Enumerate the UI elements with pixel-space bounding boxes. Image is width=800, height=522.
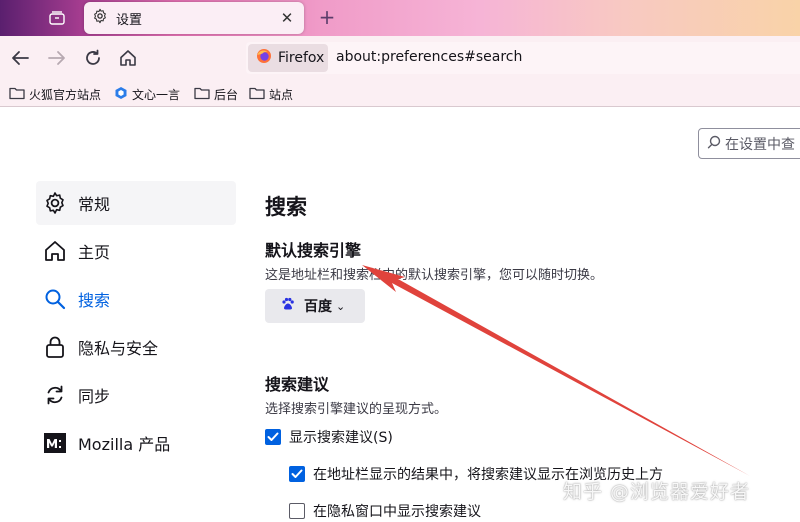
watermark-text: 知乎 @浏览器爱好者 [563,481,751,503]
tab-settings[interactable]: 设置 ✕ [84,2,304,34]
mozilla-icon [42,430,68,456]
show-suggestions-checkbox-row[interactable]: 显示搜索建议(S) [265,427,393,447]
checkbox-label: 在隐私窗口中显示搜索建议 [313,504,481,520]
chevron-down-icon: ⌄ [336,299,346,313]
folder-icon [9,86,25,103]
bookmark-item[interactable]: 后台 [194,85,238,103]
navigation-bar: Firefox about:preferences#search [0,36,800,80]
sidebar-item-sync[interactable]: 同步 [36,373,236,417]
tab-bar: 设置 ✕ + [0,0,800,36]
gear-icon [42,190,68,216]
sidebar-item-search[interactable]: 搜索 [36,277,236,321]
sidebar-item-mozilla[interactable]: Mozilla 产品 [36,421,236,465]
home-icon [42,238,68,264]
bookmark-item[interactable]: 文心一言 [114,85,180,103]
forward-arrow-icon[interactable] [46,47,68,69]
sidebar-item-label: 同步 [78,387,111,406]
checkbox-checked[interactable] [289,466,305,482]
bookmark-label: 后台 [214,87,239,102]
bookmark-label: 文心一言 [132,87,181,102]
private-window-suggestions-checkbox-row[interactable]: 在隐私窗口中显示搜索建议 [289,501,481,521]
page-title: 搜索 [265,195,307,219]
sync-icon [42,382,68,408]
category-sidebar: 常规 主页 搜索 隐私与安全 同步 Mozilla 产品 [0,107,240,522]
preferences-content: 在设置中查 常规 主页 搜索 隐私与安全 同步 Mozilla 产品 搜索 默认… [0,107,800,522]
close-icon[interactable]: ✕ [278,9,296,27]
sidebar-item-label: 常规 [78,195,111,214]
sidebar-item-label: 主页 [78,243,111,262]
tab-manager-icon[interactable] [44,6,70,30]
sidebar-item-label: 搜索 [78,291,111,310]
back-arrow-icon[interactable] [9,47,31,69]
url-text: about:preferences#search [336,49,523,65]
lock-icon [42,334,68,360]
suggestions-description: 选择搜索引擎建议的呈现方式。 [265,402,448,417]
identity-box[interactable]: Firefox [248,44,328,72]
sidebar-item-label: Mozilla 产品 [78,435,171,454]
default-engine-label: 百度 [304,299,332,315]
firefox-logo-icon [256,48,272,68]
reload-icon[interactable] [82,47,104,69]
url-bar[interactable]: Firefox about:preferences#search [246,42,800,74]
tab-title: 设置 [116,12,143,28]
plus-icon[interactable]: + [316,5,338,29]
folder-icon [249,86,265,103]
bookmark-label: 火狐官方站点 [29,87,102,102]
ernie-icon [114,86,128,103]
bookmark-item[interactable]: 站点 [249,85,293,103]
checkbox-label: 显示搜索建议(S) [289,430,393,446]
sidebar-item-privacy[interactable]: 隐私与安全 [36,325,236,369]
bookmark-item[interactable]: 火狐官方站点 [9,85,101,103]
checkbox-unchecked[interactable] [289,503,305,519]
folder-icon [194,86,210,103]
baidu-paw-icon [281,297,295,315]
bookmark-label: 站点 [269,87,294,102]
suggestions-heading: 搜索建议 [265,375,330,394]
default-engine-heading: 默认搜索引擎 [265,241,362,260]
default-engine-description: 这是地址栏和搜索栏中的默认搜索引擎，您可以随时切换。 [265,268,604,283]
gear-icon [92,8,108,28]
search-icon [707,135,721,153]
search-placeholder: 在设置中查 [725,136,795,153]
identity-label: Firefox [278,50,325,66]
bookmarks-bar: 火狐官方站点 文心一言 后台 站点 [0,80,800,107]
default-engine-dropdown[interactable]: 百度 ⌄ [265,289,365,323]
sidebar-item-general[interactable]: 常规 [36,181,236,225]
settings-search-input[interactable]: 在设置中查 [698,128,800,159]
sidebar-item-label: 隐私与安全 [78,339,159,358]
sidebar-item-home[interactable]: 主页 [36,229,236,273]
home-icon[interactable] [117,47,139,69]
checkbox-checked[interactable] [265,429,281,445]
search-icon [42,286,68,312]
